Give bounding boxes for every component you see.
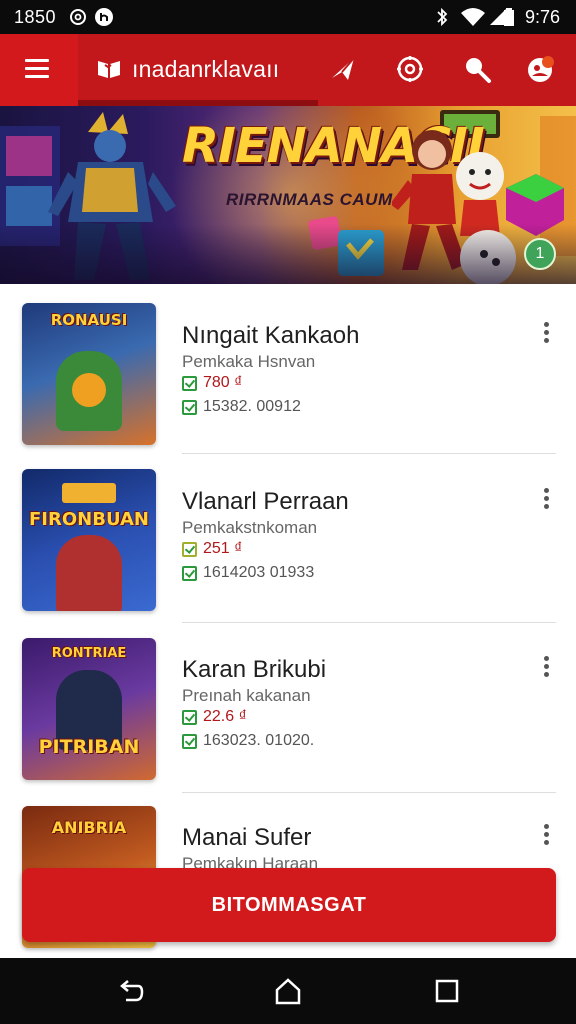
thumbnail-title: RONAUSI xyxy=(50,311,128,329)
price-row: 780 ₫ xyxy=(182,374,242,392)
price-row: 251 ₫ xyxy=(182,540,242,558)
bluetooth-icon xyxy=(437,7,448,27)
banner-subtitle: RIRRNMAAS CAUM xyxy=(226,190,393,209)
recents-icon[interactable] xyxy=(432,976,462,1006)
wifi-icon xyxy=(461,8,485,26)
primary-action-button[interactable]: BITOMMASGAT xyxy=(22,868,556,942)
home-icon[interactable] xyxy=(273,976,303,1006)
meta-row: 1614203 01933 xyxy=(182,564,314,582)
check-icon xyxy=(182,709,197,725)
banner-badge[interactable]: 1 xyxy=(524,238,556,270)
status-clock: 9:76 xyxy=(524,7,560,27)
check-icon xyxy=(182,565,197,581)
game-subtitle: Pemkaka Hsnvan xyxy=(182,352,316,371)
send-icon[interactable] xyxy=(328,54,358,84)
logo-icon xyxy=(98,61,120,78)
check-icon xyxy=(182,375,197,391)
game-price: 780 ₫ xyxy=(203,374,243,391)
thumbnail-title-top: RONTRIAE xyxy=(51,646,127,661)
game-meta: 1614203 01933 xyxy=(203,564,315,581)
game-title: Vlanarl Perraan xyxy=(182,488,349,515)
back-icon[interactable] xyxy=(116,976,146,1006)
profile-icon[interactable] xyxy=(526,54,556,84)
game-subtitle: Pemkakstnkoman xyxy=(182,518,318,537)
meta-row: 15382. 00912 xyxy=(182,398,301,416)
game-subtitle: Pemkakın Haraan xyxy=(182,854,319,868)
notification-icon xyxy=(95,8,113,26)
menu-icon xyxy=(25,59,49,79)
thumbnail-title: PITRIBAN xyxy=(38,736,140,758)
game-meta: 15382. 00912 xyxy=(203,398,301,415)
check-icon xyxy=(182,541,197,557)
game-thumbnail[interactable]: RONTRIAE PITRIBAN xyxy=(22,638,156,780)
thumbnail-character xyxy=(56,535,122,611)
game-thumbnail[interactable]: RONAUSI xyxy=(22,303,156,445)
list-item[interactable]: FIRONBUAN Vlanarl Perraan Pemkakstnkoman… xyxy=(0,452,576,623)
meta-row: 163023. 01020. xyxy=(182,732,314,750)
thumbnail-title: FIRONBUAN xyxy=(29,509,149,530)
game-title: Karan Brikubi xyxy=(182,656,327,683)
system-nav-bar xyxy=(0,958,576,1024)
more-options-icon[interactable] xyxy=(538,488,554,512)
status-time: 1850 xyxy=(14,7,57,27)
thumbnail-crest xyxy=(62,483,116,503)
more-options-icon[interactable] xyxy=(538,656,554,680)
game-title: Manai Sufer xyxy=(182,824,312,851)
list-item[interactable]: RONAUSI Nıngait Kankaoh Pemkaka Hsnvan 7… xyxy=(0,284,576,454)
price-row: 22.6 ₫ xyxy=(182,708,247,726)
settings-icon[interactable] xyxy=(395,54,425,84)
thumbnail-title: ANIBRIA xyxy=(51,818,127,837)
check-icon xyxy=(182,399,197,415)
game-subtitle: Preınah kakanan xyxy=(182,686,311,705)
banner-crowd-shade xyxy=(0,224,576,284)
check-icon xyxy=(182,733,197,749)
search-icon[interactable] xyxy=(462,54,492,84)
app-bar: ınadanrklavaıı xyxy=(0,34,576,106)
thumbnail-glow xyxy=(72,373,106,407)
promo-banner[interactable]: RIENANACII RIRRNMAAS CAUM 1 xyxy=(0,106,576,284)
app-title: ınadanrklavaıı xyxy=(132,56,280,82)
status-bar: 1850 9:76 xyxy=(0,0,576,34)
at-icon xyxy=(70,9,86,25)
game-thumbnail[interactable]: FIRONBUAN xyxy=(22,469,156,611)
battery-icon xyxy=(504,8,514,26)
game-price: 251 ₫ xyxy=(203,540,243,557)
game-price: 22.6 ₫ xyxy=(203,708,247,725)
more-options-icon[interactable] xyxy=(538,322,554,346)
more-options-icon[interactable] xyxy=(538,824,554,848)
list-item[interactable]: RONTRIAE PITRIBAN Karan Brikubi Preınah … xyxy=(0,622,576,793)
game-meta: 163023. 01020. xyxy=(203,732,315,749)
menu-button[interactable] xyxy=(0,34,78,106)
game-title: Nıngait Kankaoh xyxy=(182,322,360,349)
